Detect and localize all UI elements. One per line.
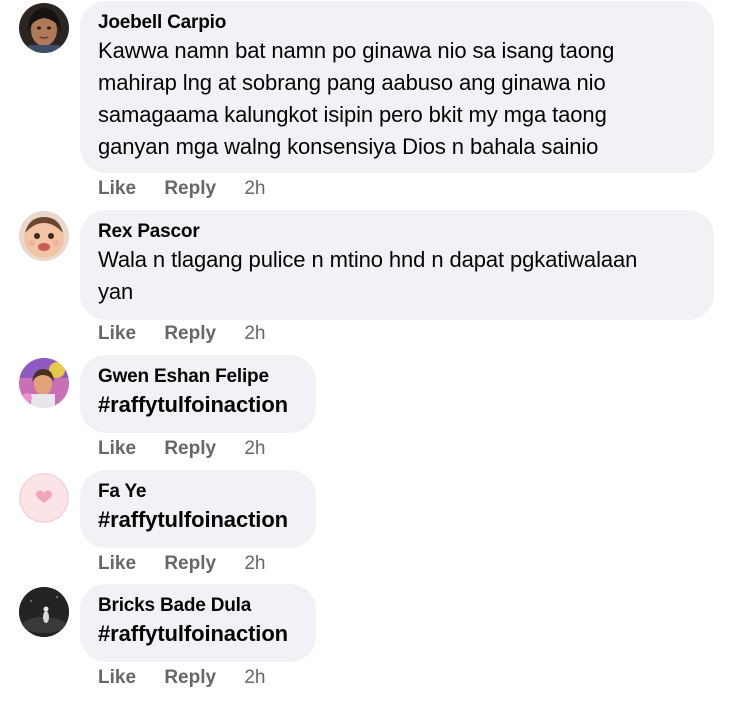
reply-button[interactable]: Reply: [164, 178, 216, 199]
avatar-photo-icon: [19, 3, 69, 53]
reply-button[interactable]: Reply: [164, 667, 216, 688]
avatar[interactable]: [19, 3, 69, 53]
comment-author[interactable]: Joebell Carpio: [98, 11, 696, 35]
avatar-photo-icon: [19, 587, 69, 637]
comment-timestamp[interactable]: 2h: [244, 438, 265, 459]
like-button[interactable]: Like: [98, 553, 136, 574]
comment-bubble: Bricks Bade Dula #raffytulfoinaction: [80, 584, 316, 662]
comment-actions: Like Reply 2h: [98, 552, 265, 576]
like-button[interactable]: Like: [98, 323, 136, 344]
reply-button[interactable]: Reply: [164, 553, 216, 574]
reply-button[interactable]: Reply: [164, 438, 216, 459]
comment-text-line: samagaama kalungkot isipin pero bkit my …: [98, 102, 607, 127]
comment-author[interactable]: Bricks Bade Dula: [98, 594, 298, 618]
comment-text-line: Kawwa namn bat namn po ginawa nio sa isa…: [98, 38, 615, 63]
comment-actions: Like Reply 2h: [98, 177, 265, 201]
like-button[interactable]: Like: [98, 667, 136, 688]
comment-text-line: yan: [98, 279, 134, 304]
comment-author[interactable]: Fa Ye: [98, 480, 298, 504]
hashtag-link[interactable]: #raffytulfoinaction: [98, 618, 298, 650]
like-button[interactable]: Like: [98, 438, 136, 459]
comment-bubble: Rex Pascor Wala n tlagang pulice n mtino…: [80, 210, 714, 320]
avatar-photo-icon: [19, 358, 69, 408]
comment-text-line: ganyan mga walng konsensiya Dios n bahal…: [98, 134, 599, 159]
comment-actions: Like Reply 2h: [98, 322, 265, 346]
comment-timestamp[interactable]: 2h: [244, 667, 265, 688]
avatar[interactable]: [19, 587, 69, 637]
comment-author[interactable]: Gwen Eshan Felipe: [98, 365, 298, 389]
hashtag-link[interactable]: #raffytulfoinaction: [98, 389, 298, 421]
comment-actions: Like Reply 2h: [98, 666, 265, 690]
comment-bubble: Fa Ye #raffytulfoinaction: [80, 470, 316, 548]
comment-timestamp[interactable]: 2h: [244, 178, 265, 199]
comment-bubble: Gwen Eshan Felipe #raffytulfoinaction: [80, 355, 316, 433]
like-button[interactable]: Like: [98, 178, 136, 199]
comment-bubble: Joebell Carpio Kawwa namn bat namn po gi…: [80, 1, 714, 173]
hashtag-link[interactable]: #raffytulfoinaction: [98, 504, 298, 536]
comment-timestamp[interactable]: 2h: [244, 553, 265, 574]
comment-text-line: mahirap lng at sobrang pang aabuso ang g…: [98, 70, 606, 95]
comment-author[interactable]: Rex Pascor: [98, 220, 696, 244]
comment-text-line: Wala n tlagang pulice n mtino hnd n dapa…: [98, 247, 638, 272]
avatar[interactable]: [19, 211, 69, 261]
avatar[interactable]: [19, 358, 69, 408]
reply-button[interactable]: Reply: [164, 323, 216, 344]
comment-timestamp[interactable]: 2h: [244, 323, 265, 344]
avatar-photo-icon: [19, 211, 69, 261]
avatar-heart-icon: [19, 473, 69, 523]
avatar[interactable]: [19, 473, 69, 523]
comment-actions: Like Reply 2h: [98, 437, 265, 461]
